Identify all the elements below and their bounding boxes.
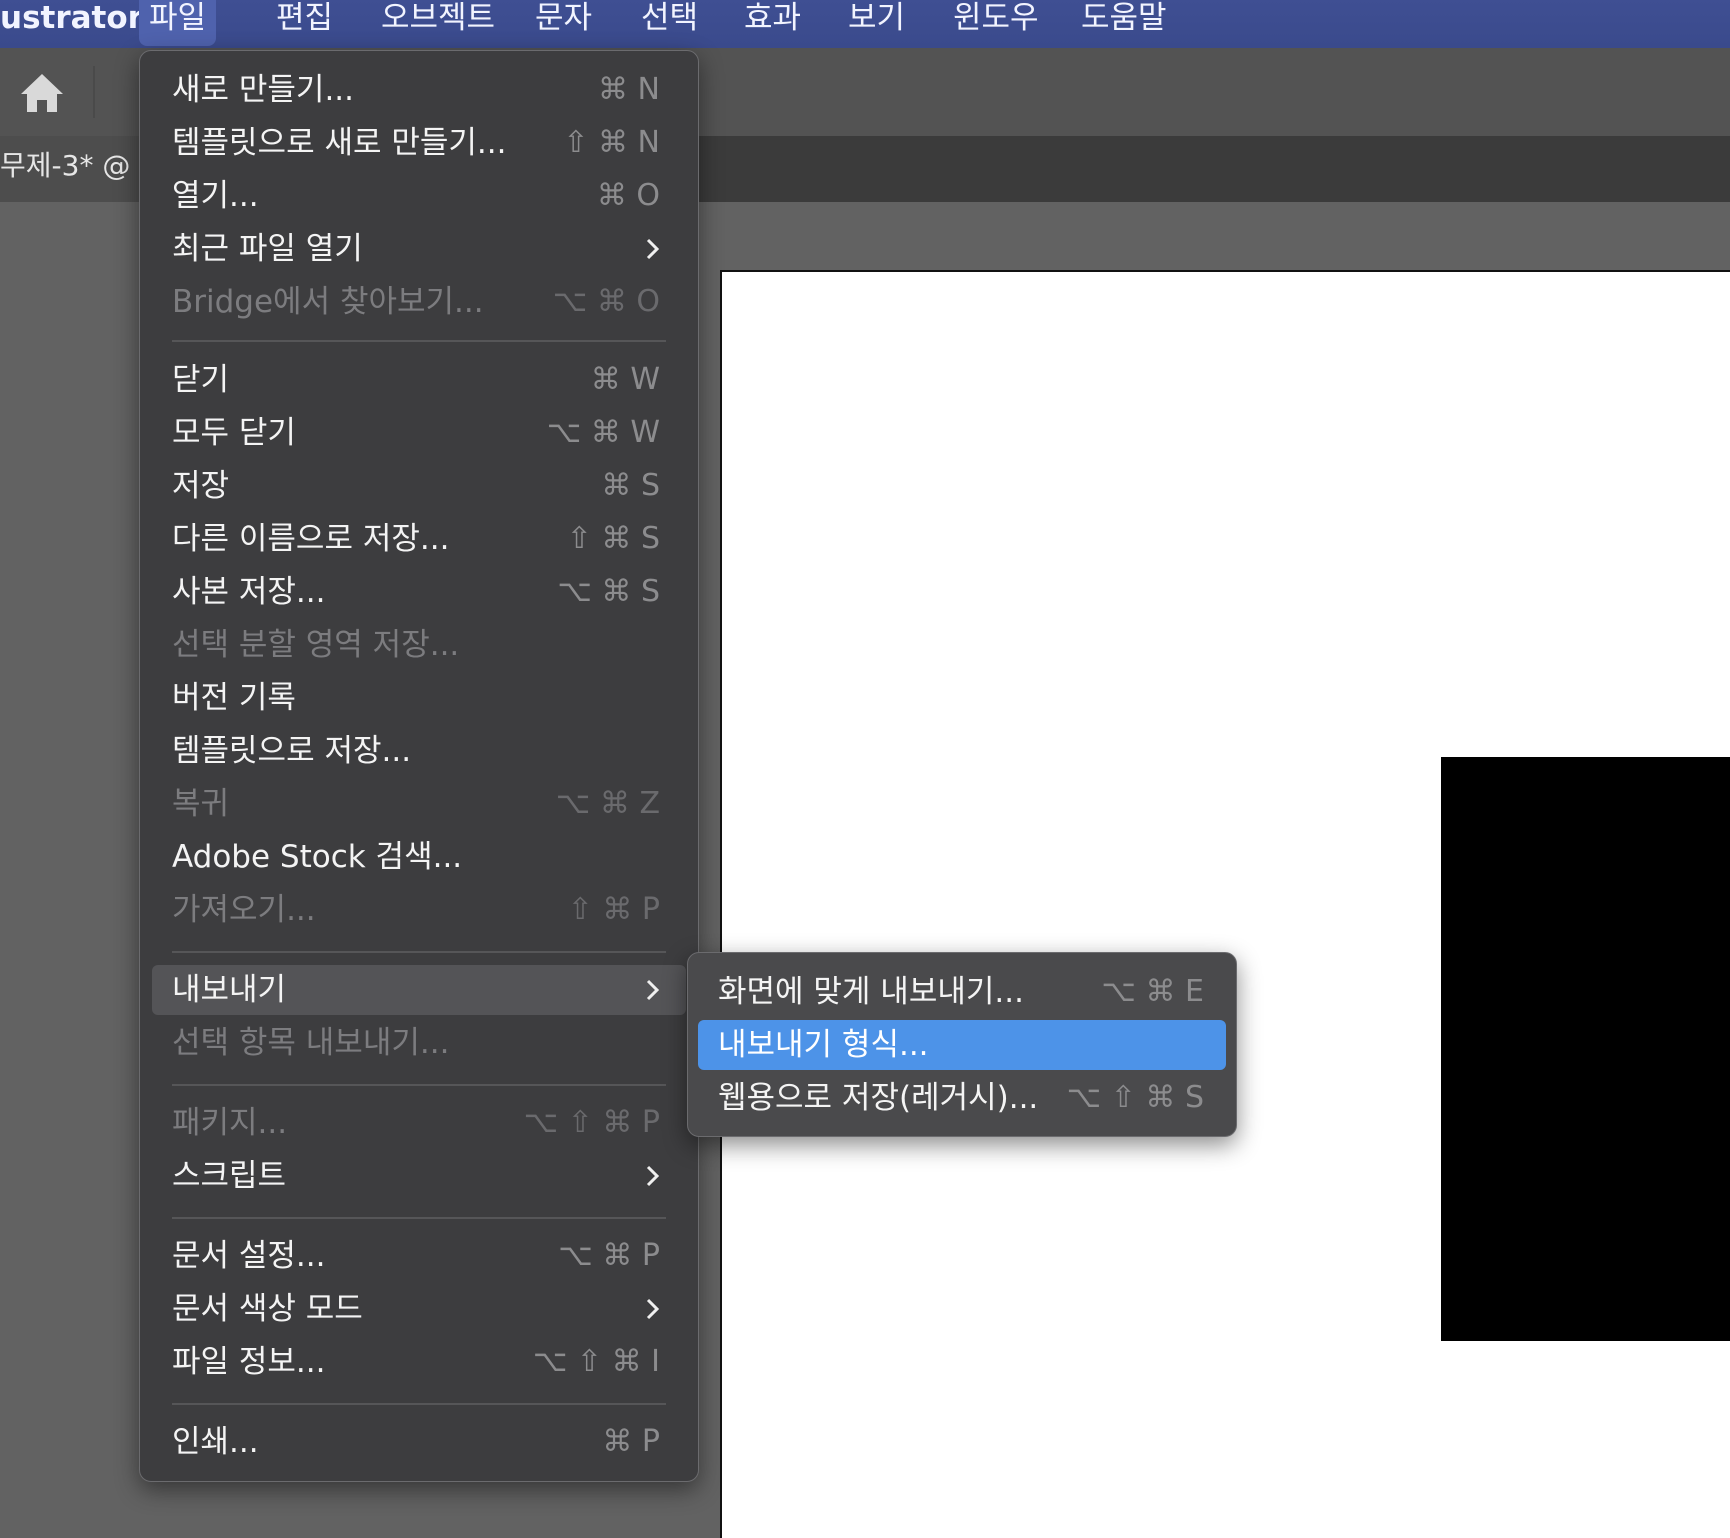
menubar: ustrator 파일 편집 오브젝트 문자 선택 효과 보기 윈도우 도움말	[0, 0, 1730, 48]
menu-item-save-as[interactable]: 다른 이름으로 저장... ⇧ ⌘ S	[152, 514, 686, 564]
menu-edit[interactable]: 편집	[266, 0, 343, 36]
menu-item-revert: 복귀 ⌥ ⌘ Z	[152, 779, 686, 829]
document-tab-title: 무제-3* @	[0, 149, 131, 182]
menu-item-export[interactable]: 내보내기	[152, 965, 686, 1015]
submenu-item-export-for-screens[interactable]: 화면에 맞게 내보내기... ⌥ ⌘ E	[698, 967, 1226, 1017]
menu-item-browse-in-bridge: Bridge에서 찾아보기... ⌥ ⌘ O	[152, 277, 686, 327]
menu-item-close-all[interactable]: 모두 닫기 ⌥ ⌘ W	[152, 408, 686, 458]
shortcut-label: ⌥ ⇧ ⌘ S	[1066, 1080, 1204, 1115]
shortcut-label: ⌘ P	[602, 1424, 660, 1459]
shortcut-label: ⌥ ⌘ E	[1101, 974, 1204, 1009]
document-tab[interactable]: 무제-3* @	[0, 136, 140, 202]
chevron-right-icon	[646, 1165, 660, 1187]
black-rectangle-object[interactable]	[1441, 757, 1730, 1341]
shortcut-label: ⌘ S	[601, 468, 660, 503]
shortcut-label: ⇧ ⌘ N	[563, 125, 660, 160]
menu-item-new-from-template[interactable]: 템플릿으로 새로 만들기... ⇧ ⌘ N	[152, 118, 686, 168]
menu-item-new[interactable]: 새로 만들기... ⌘ N	[152, 65, 686, 115]
menu-type[interactable]: 문자	[525, 0, 602, 36]
menu-separator	[172, 1217, 666, 1219]
menu-select[interactable]: 선택	[631, 0, 708, 36]
menu-object[interactable]: 오브젝트	[371, 0, 505, 36]
shortcut-label: ⌥ ⌘ O	[552, 284, 660, 319]
menu-item-save-as-template[interactable]: 템플릿으로 저장...	[152, 726, 686, 776]
shortcut-label: ⌥ ⇧ ⌘ I	[532, 1344, 660, 1379]
menu-item-export-selection: 선택 항목 내보내기...	[172, 1025, 450, 1061]
menu-item-open-recent[interactable]: 최근 파일 열기	[152, 224, 686, 274]
submenu-item-export-as[interactable]: 내보내기 형식...	[698, 1020, 1226, 1070]
home-icon[interactable]	[18, 70, 66, 116]
menu-item-document-setup[interactable]: 문서 설정... ⌥ ⌘ P	[152, 1231, 686, 1281]
shortcut-label: ⌥ ⇧ ⌘ P	[523, 1105, 660, 1140]
shortcut-label: ⇧ ⌘ P	[567, 892, 660, 927]
toolbar-divider	[93, 66, 95, 118]
app-name-menu[interactable]: ustrator	[0, 0, 143, 36]
menu-file[interactable]: 파일	[139, 0, 217, 46]
shortcut-label: ⌥ ⌘ S	[557, 574, 660, 609]
menu-separator	[172, 951, 666, 953]
menu-separator	[172, 1403, 666, 1405]
menu-window[interactable]: 윈도우	[943, 0, 1049, 36]
submenu-item-save-for-web-legacy[interactable]: 웹용으로 저장(레거시)... ⌥ ⇧ ⌘ S	[698, 1073, 1226, 1123]
menu-item-print[interactable]: 인쇄... ⌘ P	[152, 1417, 686, 1467]
shortcut-label: ⌘ O	[596, 178, 660, 213]
menu-item-save[interactable]: 저장 ⌘ S	[152, 461, 686, 511]
menu-item-close[interactable]: 닫기 ⌘ W	[152, 355, 686, 405]
shortcut-label: ⇧ ⌘ S	[566, 521, 660, 556]
chevron-right-icon	[646, 238, 660, 260]
file-menu-dropdown: 새로 만들기... ⌘ N 템플릿으로 새로 만들기... ⇧ ⌘ N 열기..…	[139, 50, 699, 1482]
menu-item-document-color-mode[interactable]: 문서 색상 모드	[152, 1284, 686, 1334]
chevron-right-icon	[646, 1298, 660, 1320]
menu-item-save-selected-slices: 선택 분할 영역 저장...	[172, 627, 460, 663]
menu-item-open[interactable]: 열기... ⌘ O	[152, 171, 686, 221]
menu-item-file-info[interactable]: 파일 정보... ⌥ ⇧ ⌘ I	[152, 1337, 686, 1387]
shortcut-label: ⌘ N	[598, 72, 660, 107]
menu-effect[interactable]: 효과	[734, 0, 811, 36]
menu-item-place: 가져오기... ⇧ ⌘ P	[152, 885, 686, 935]
chevron-right-icon	[646, 979, 660, 1001]
menu-help[interactable]: 도움말	[1071, 0, 1177, 36]
menu-item-version-history[interactable]: 버전 기록	[152, 673, 686, 723]
menu-view[interactable]: 보기	[838, 0, 915, 36]
menu-item-package: 패키지... ⌥ ⇧ ⌘ P	[152, 1098, 686, 1148]
shortcut-label: ⌥ ⌘ P	[558, 1238, 660, 1273]
export-submenu: 화면에 맞게 내보내기... ⌥ ⌘ E 내보내기 형식... 웹용으로 저장(…	[687, 952, 1237, 1137]
shortcut-label: ⌘ W	[590, 362, 660, 397]
menu-item-save-copy[interactable]: 사본 저장... ⌥ ⌘ S	[152, 567, 686, 617]
menu-separator	[172, 340, 666, 342]
menu-separator	[172, 1084, 666, 1086]
shortcut-label: ⌥ ⌘ Z	[555, 786, 660, 821]
illustrator-window: ustrator 파일 편집 오브젝트 문자 선택 효과 보기 윈도우 도움말 …	[0, 0, 1730, 1538]
menu-item-search-adobe-stock[interactable]: Adobe Stock 검색...	[152, 832, 686, 882]
shortcut-label: ⌥ ⌘ W	[546, 415, 660, 450]
menu-item-scripts[interactable]: 스크립트	[152, 1151, 686, 1201]
